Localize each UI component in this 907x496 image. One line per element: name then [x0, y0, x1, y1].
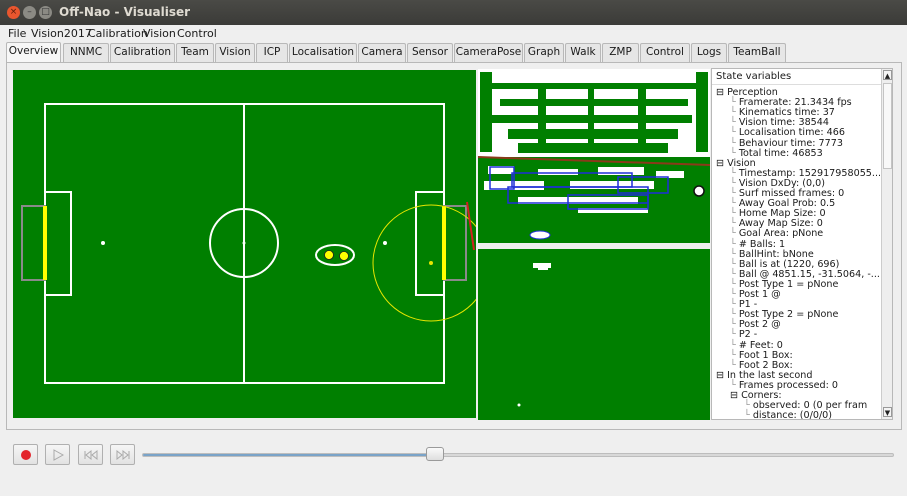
title-bar: × – □ Off-Nao - Visualiser	[0, 0, 907, 25]
tree-branch-icon: └	[744, 410, 753, 419]
tab-logs[interactable]: Logs	[691, 43, 727, 62]
tab-sensor[interactable]: Sensor	[407, 43, 453, 62]
skip-forward-icon	[116, 449, 129, 461]
skip-back-icon	[84, 449, 97, 461]
close-icon[interactable]: ×	[7, 6, 20, 19]
state-tree-row[interactable]: └ distance: (0/0/0)	[744, 410, 832, 419]
robot-heading-line	[466, 201, 475, 251]
play-button[interactable]	[45, 444, 70, 465]
skip-back-button[interactable]	[78, 444, 103, 465]
tab-walk[interactable]: Walk	[565, 43, 601, 62]
scroll-down-icon[interactable]: ▼	[883, 407, 892, 417]
field-drawing	[21, 103, 490, 384]
robot-marker-1	[324, 250, 334, 260]
left-penalty-box	[44, 191, 72, 296]
tab-team[interactable]: Team	[176, 43, 214, 62]
tab-camerapose[interactable]: CameraPose	[454, 43, 523, 62]
ball-estimate	[429, 261, 433, 265]
tab-icp[interactable]: ICP	[256, 43, 288, 62]
expand-toggle-icon[interactable]: ⊟	[730, 390, 741, 401]
expand-toggle-icon[interactable]: ⊟	[716, 87, 727, 98]
record-button[interactable]	[13, 444, 38, 465]
bottom-camera-drawing	[517, 263, 551, 407]
menu-file[interactable]: File	[8, 27, 26, 40]
scroll-up-icon[interactable]: ▲	[883, 70, 892, 80]
menu-bar: File Vision2017 Calibration Vision Contr…	[0, 25, 907, 43]
maximize-icon[interactable]: □	[39, 6, 52, 19]
bottom-camera-view[interactable]	[478, 249, 710, 420]
play-icon	[53, 449, 64, 461]
state-tree[interactable]: ⊟ Perception └ Framerate: 21.3434 fps └ Ki…	[712, 85, 881, 419]
tab-calibration[interactable]: Calibration	[110, 43, 175, 62]
state-variables-panel[interactable]: State variables ⊟ Perception └ Framerate:…	[711, 68, 893, 420]
left-penalty-spot	[101, 241, 105, 245]
timeline-handle[interactable]	[426, 447, 445, 461]
detected-ball	[693, 185, 705, 197]
state-scrollbar[interactable]: ▲ ▼	[881, 69, 892, 419]
tab-localisation[interactable]: Localisation	[289, 43, 357, 62]
center-spot	[242, 241, 246, 245]
menu-vision2017[interactable]: Vision2017	[31, 27, 92, 40]
tab-nnmc[interactable]: NNMC	[63, 43, 109, 62]
record-icon	[20, 450, 31, 460]
horizon-line	[477, 156, 711, 166]
expand-toggle-icon[interactable]: ⊟	[716, 370, 727, 381]
minimize-icon[interactable]: –	[23, 6, 36, 19]
top-camera-drawing	[477, 69, 711, 240]
tab-teamball[interactable]: TeamBall	[728, 43, 786, 62]
playback-bar	[0, 432, 907, 496]
menu-calibration[interactable]: Calibration	[88, 27, 148, 40]
tab-vision[interactable]: Vision	[215, 43, 255, 62]
expand-toggle-icon[interactable]: ⊟	[716, 158, 727, 169]
robot-marker-2	[339, 251, 349, 261]
right-goal-line	[442, 206, 446, 280]
right-penalty-box	[415, 191, 445, 296]
right-penalty-spot	[383, 241, 387, 245]
right-goal	[443, 205, 467, 281]
skip-forward-button[interactable]	[110, 444, 135, 465]
window-title: Off-Nao - Visualiser	[59, 5, 191, 19]
scroll-thumb[interactable]	[883, 83, 892, 169]
tab-graph[interactable]: Graph	[524, 43, 564, 62]
state-variables-header: State variables	[712, 69, 881, 85]
tab-camera[interactable]: Camera	[358, 43, 406, 62]
state-tree-label: distance: (0/0/0)	[752, 410, 833, 419]
menu-control[interactable]: Control	[177, 27, 217, 40]
tab-control[interactable]: Control	[640, 43, 690, 62]
tab-overview[interactable]: Overview	[6, 42, 61, 63]
left-goal	[21, 205, 46, 281]
timeline-slider[interactable]	[142, 453, 894, 457]
field-view[interactable]	[13, 70, 490, 418]
left-goal-line	[43, 206, 47, 280]
top-camera-view[interactable]	[477, 69, 711, 243]
tab-zmp[interactable]: ZMP	[602, 43, 639, 62]
menu-vision[interactable]: Vision	[143, 27, 176, 40]
ball-uncertainty-ellipse	[372, 204, 490, 322]
timeline-progress	[143, 454, 436, 456]
